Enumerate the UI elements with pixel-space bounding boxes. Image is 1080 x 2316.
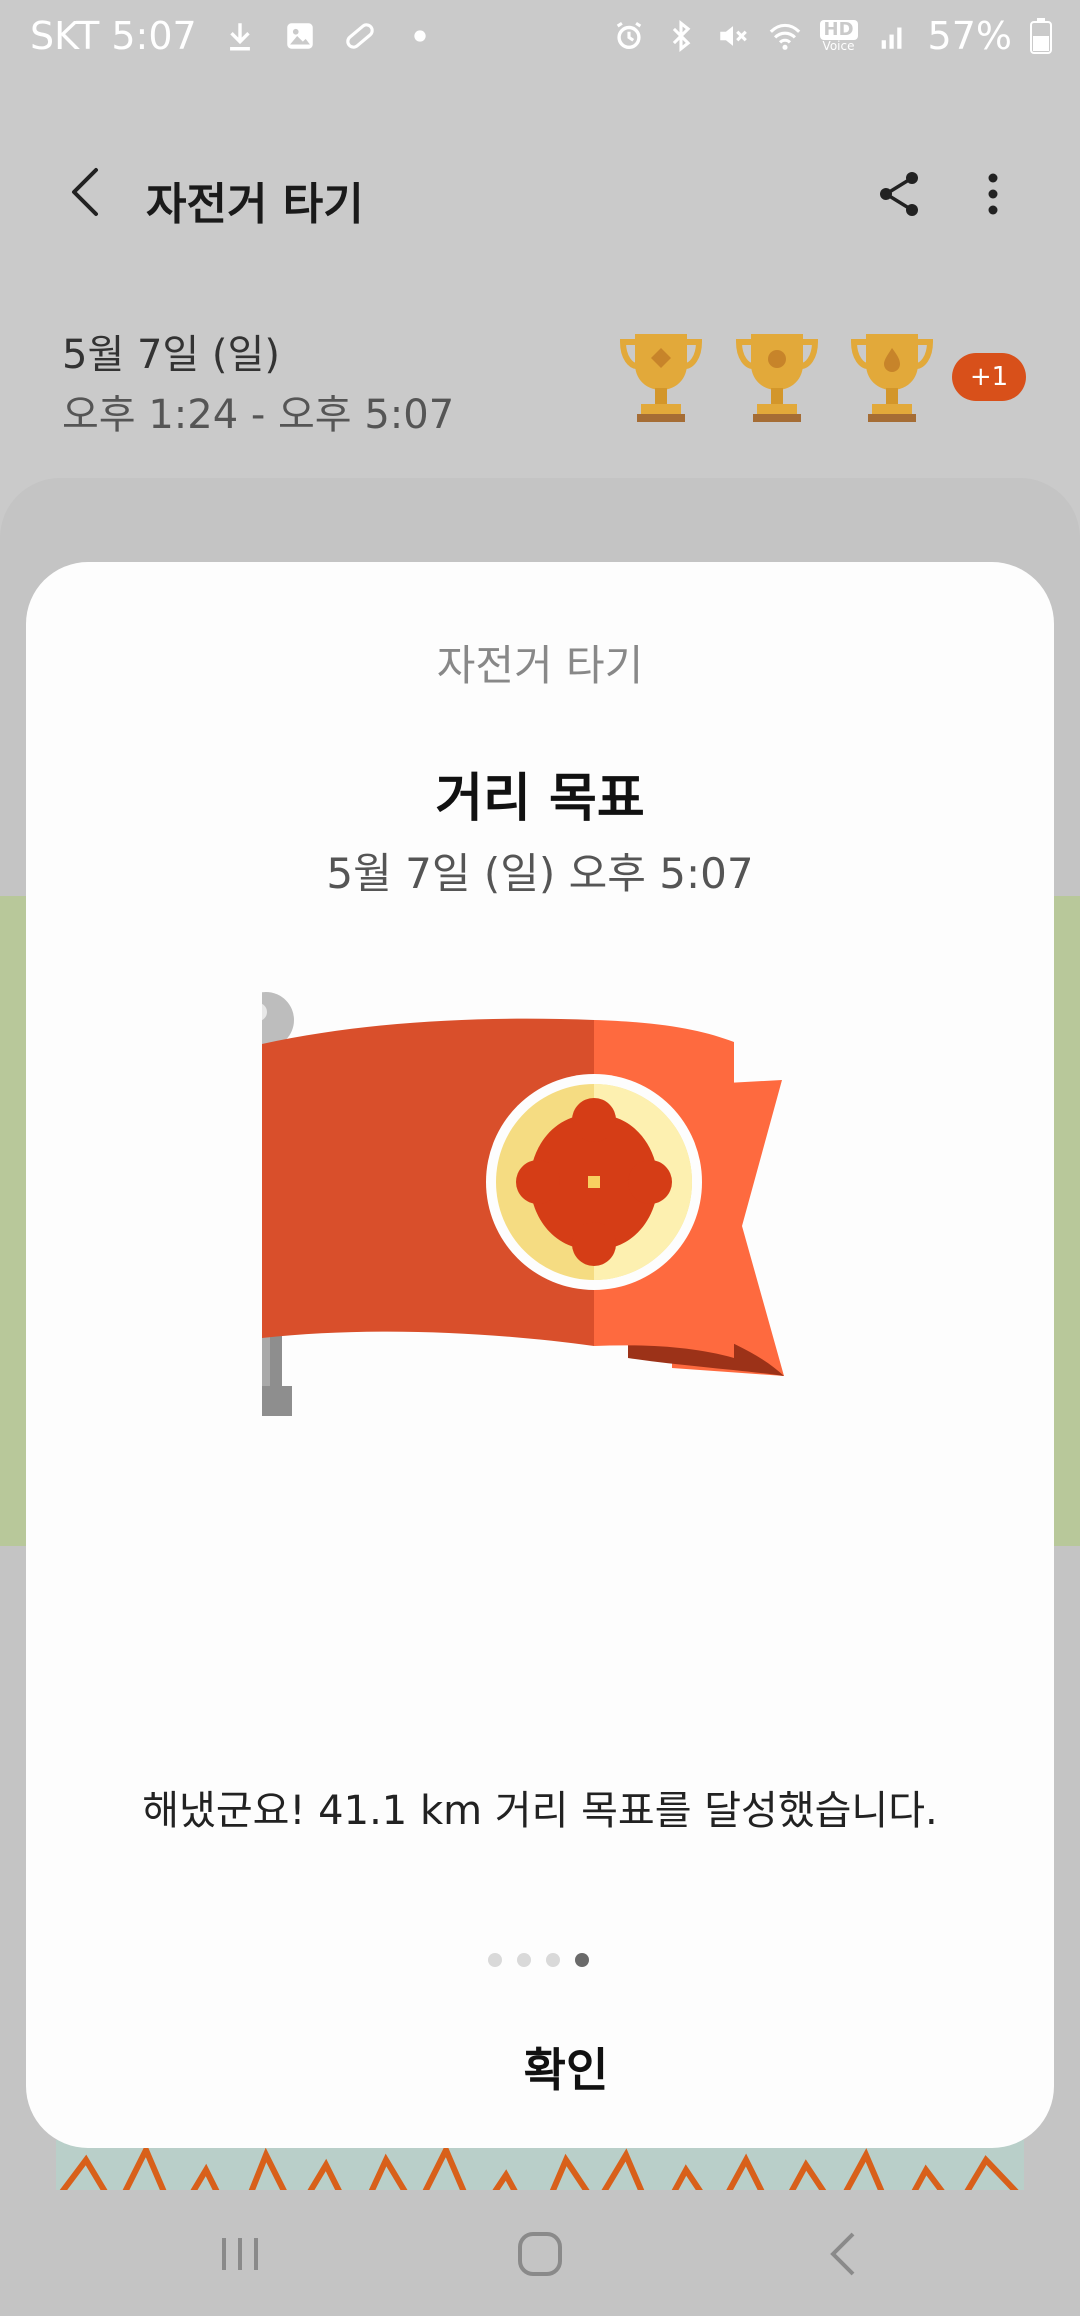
share-icon[interactable] [870, 164, 930, 224]
carrier-time: SKT 5:07 [30, 14, 197, 58]
wifi-icon [769, 23, 800, 50]
more-options-icon[interactable] [968, 164, 1018, 224]
recent-apps-icon[interactable] [210, 2224, 270, 2284]
system-back-icon[interactable] [815, 2224, 875, 2284]
more-badges-button[interactable]: +1 [952, 353, 1026, 401]
page-indicator [488, 1953, 589, 1967]
achievement-message: 해냈군요! 41.1 km 거리 목표를 달성했습니다. [142, 1788, 938, 1834]
battery-icon [1030, 18, 1052, 54]
home-icon[interactable] [510, 2224, 570, 2284]
distance-trophy-icon[interactable] [617, 328, 705, 424]
confirm-button[interactable]: 확인 [436, 2020, 696, 2120]
status-bar: SKT 5:07 HD Voice 57% [0, 0, 1080, 80]
bluetooth-icon [672, 20, 690, 52]
workout-date: 5월 7일 (일) [62, 332, 280, 378]
goal-flag-illustration [262, 992, 784, 1416]
dot-icon [414, 30, 426, 42]
page-dot[interactable] [517, 1953, 531, 1967]
mute-icon [719, 26, 747, 46]
goal-achievement-dialog: 자전거 타기 거리 목표 5월 7일 (일) 오후 5:07 해냈군요! 41.… [26, 562, 1054, 2148]
download-icon [229, 23, 250, 51]
page-dot-active[interactable] [575, 1953, 589, 1967]
workout-time-range: 오후 1:24 - 오후 5:07 [62, 392, 455, 438]
battery-percent: 57% [927, 14, 1012, 58]
hd-voice-icon: HD Voice [819, 20, 858, 52]
bandage-icon [345, 23, 374, 49]
dialog-timestamp: 5월 7일 (일) 오후 5:07 [326, 849, 754, 898]
signal-icon [881, 27, 902, 49]
calorie-trophy-icon[interactable] [848, 328, 936, 424]
duration-trophy-icon[interactable] [733, 328, 821, 424]
page-dot[interactable] [546, 1953, 560, 1967]
app-bar: 자전거 타기 [0, 150, 1080, 240]
alarm-icon [616, 21, 641, 50]
dialog-app-name: 자전거 타기 [436, 641, 644, 690]
system-nav-bar [0, 2190, 1080, 2316]
back-icon[interactable] [58, 162, 118, 222]
route-map-right [1050, 896, 1080, 1546]
page-title: 자전거 타기 [146, 179, 364, 230]
dialog-title: 거리 목표 [435, 769, 645, 829]
page-dot[interactable] [488, 1953, 502, 1967]
image-icon [286, 23, 313, 49]
